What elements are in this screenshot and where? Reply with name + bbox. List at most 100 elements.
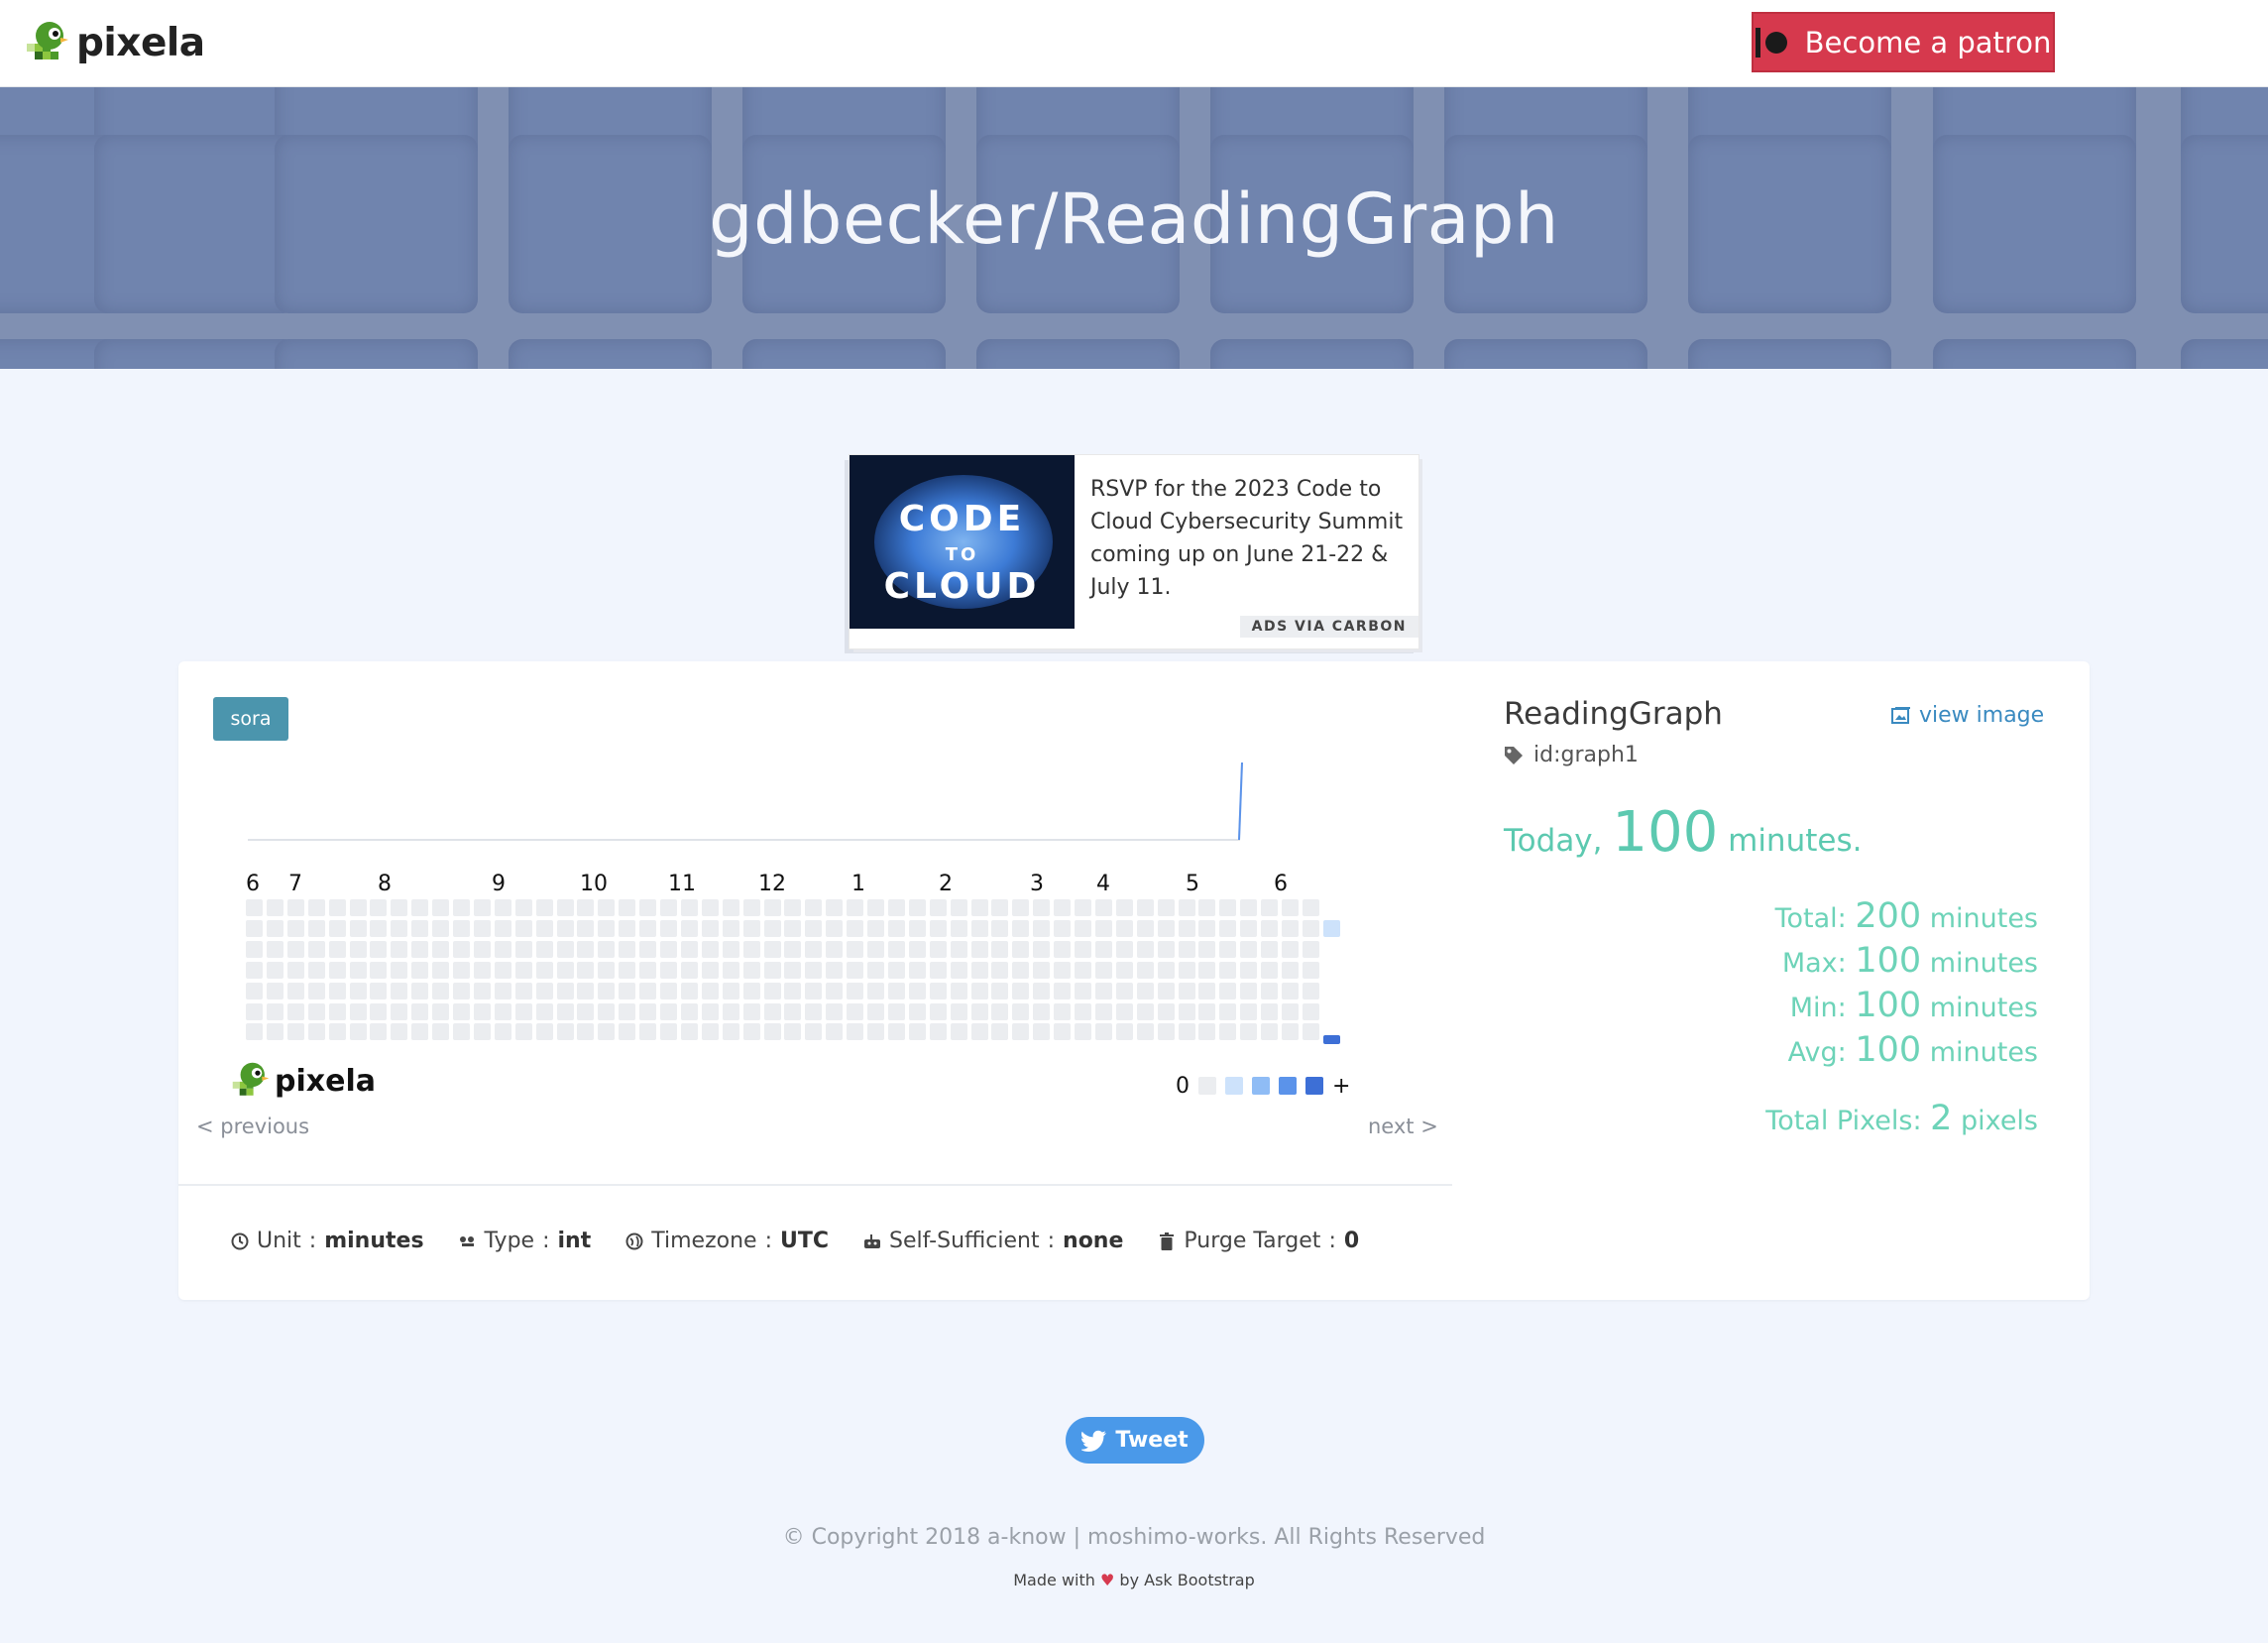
grid-cell[interactable] [805,961,823,979]
grid-cell[interactable] [1302,961,1319,979]
grid-cell[interactable] [1157,1023,1175,1041]
grid-cell[interactable] [826,961,844,979]
grid-cell[interactable] [286,940,304,958]
grid-cell[interactable] [639,961,657,979]
grid-cell[interactable] [887,899,905,916]
grid-cell[interactable] [970,982,988,999]
grid-cell[interactable] [867,899,884,916]
grid-cell[interactable] [286,899,304,916]
grid-cell[interactable] [639,940,657,958]
grid-cell[interactable] [453,899,470,916]
grid-cell[interactable] [328,919,346,937]
grid-cell[interactable] [887,961,905,979]
grid-cell[interactable] [1075,982,1091,999]
grid-cell[interactable] [1240,961,1258,979]
grid-cell[interactable] [370,940,388,958]
grid-cell[interactable] [556,961,574,979]
grid-cell[interactable] [473,899,491,916]
grid-cell[interactable] [1282,1023,1299,1041]
grid-cell[interactable] [1012,919,1030,937]
grid-cell[interactable] [1033,919,1051,937]
grid-cell[interactable] [1240,1002,1258,1020]
grid-cell[interactable] [763,1023,781,1041]
grid-cell[interactable] [266,961,284,979]
grid-cell[interactable] [1219,1023,1237,1041]
grid-cell[interactable] [1261,940,1279,958]
grid-cell[interactable] [391,982,408,999]
grid-cell[interactable] [680,961,698,979]
grid-cell[interactable] [722,1002,739,1020]
grid-cell[interactable] [784,1002,802,1020]
grid-cell[interactable] [577,919,595,937]
grid-cell[interactable] [701,940,719,958]
ad-text-link[interactable]: RSVP for the 2023 Code to Cloud Cybersec… [1090,473,1408,604]
grid-cell[interactable] [1075,1023,1091,1041]
grid-cell[interactable] [950,940,967,958]
grid-cell[interactable] [701,961,719,979]
grid-cell[interactable] [722,899,739,916]
grid-cell[interactable] [1178,1002,1195,1020]
grid-cell[interactable] [1075,940,1091,958]
grid-cell[interactable] [1054,940,1072,958]
grid-cell[interactable] [1302,919,1319,937]
grid-cell[interactable] [307,899,325,916]
grid-cell[interactable] [453,919,470,937]
grid-cell[interactable] [639,899,657,916]
grid-cell-filled[interactable] [1322,919,1340,937]
grid-cell[interactable] [1075,919,1091,937]
grid-cell[interactable] [1219,919,1237,937]
grid-cell[interactable] [556,1023,574,1041]
grid-cell[interactable] [1219,940,1237,958]
grid-cell[interactable] [246,940,263,958]
grid-cell[interactable] [1219,899,1237,916]
grid-cell[interactable] [701,919,719,937]
grid-cell[interactable] [701,982,719,999]
grid-cell[interactable] [1094,982,1112,999]
grid-cell[interactable] [722,919,739,937]
grid-cell[interactable] [1033,982,1051,999]
grid-cell[interactable] [1157,899,1175,916]
grid-cell[interactable] [391,1023,408,1041]
grid-cell[interactable] [1054,1023,1072,1041]
grid-cell[interactable] [556,919,574,937]
grid-cell[interactable] [784,961,802,979]
grid-cell[interactable] [1075,1002,1091,1020]
grid-cell[interactable] [742,1002,760,1020]
grid-cell[interactable] [950,982,967,999]
grid-cell[interactable] [556,982,574,999]
grid-cell[interactable] [1178,1023,1195,1041]
grid-cell[interactable] [514,961,532,979]
grid-cell[interactable] [1157,919,1175,937]
grid-cell[interactable] [722,961,739,979]
grid-cell[interactable] [1178,982,1195,999]
grid-cell[interactable] [1094,1023,1112,1041]
grid-cell[interactable] [1219,1002,1237,1020]
grid-cell[interactable] [391,899,408,916]
grid-cell[interactable] [577,961,595,979]
grid-cell[interactable] [1282,1002,1299,1020]
grid-cell[interactable] [494,899,511,916]
grid-cell[interactable] [1012,940,1030,958]
grid-cell[interactable] [991,899,1009,916]
grid-cell[interactable] [887,1002,905,1020]
grid-cell[interactable] [307,919,325,937]
grid-cell[interactable] [1302,899,1319,916]
grid-cell[interactable] [970,919,988,937]
grid-cell[interactable] [370,919,388,937]
grid-cell[interactable] [742,1023,760,1041]
grid-cell[interactable] [1054,982,1072,999]
grid-cell[interactable] [473,982,491,999]
grid-cell[interactable] [1136,961,1154,979]
grid-cell[interactable] [887,940,905,958]
next-link[interactable]: next > [1368,1115,1438,1138]
grid-cell[interactable] [619,961,636,979]
grid-cell[interactable] [1178,961,1195,979]
grid-cell[interactable] [1261,982,1279,999]
grid-cell[interactable] [598,961,616,979]
grid-cell[interactable] [349,919,367,937]
grid-cell[interactable] [619,919,636,937]
grid-cell[interactable] [929,1002,947,1020]
grid-cell[interactable] [328,1023,346,1041]
grid-cell[interactable] [432,961,450,979]
grid-cell[interactable] [514,1023,532,1041]
